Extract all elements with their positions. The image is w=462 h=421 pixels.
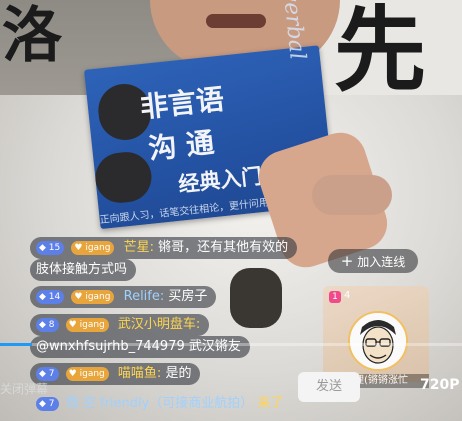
streamer-mouth [206,14,266,28]
quality-selector[interactable]: 720P [420,377,459,393]
progress-fill [0,343,33,346]
cover-figure [92,149,154,206]
send-button[interactable]: 发送 [298,372,360,402]
chat-text: 买房子 [168,289,208,304]
user-level-badge: ◆ 15 [36,241,65,255]
join-connection-button[interactable]: + 加入连线 [328,249,418,273]
chat-text: 锵哥，还有其他有效的 [158,240,289,255]
chat-username[interactable]: 芒星: [124,240,154,255]
chat-message-continuation: @wnxhfsujrhb_744979 武汉锵友 [30,336,250,358]
chat-message-continuation: 肢体接触方式吗 [30,259,137,281]
wall-calligraphy: 先 [334,0,427,104]
book-title-line1: 非言语 [138,82,226,125]
book-subtitle: 经典入门 [177,163,264,197]
danmaku-toggle-button[interactable]: 关闭弹幕 [0,380,48,397]
streamer-fingers [312,175,392,215]
chat-message: ◆ 8 ♥ igang 武汉小明盘车: [30,314,210,336]
user-level-badge: ◆ 14 [36,290,65,304]
chat-text: @wnxhfsujrhb_744979 武汉锵友 [36,339,241,354]
cohost-rank-badge: 1 [329,291,341,303]
cartoon-face-icon [350,313,406,369]
background-object [230,268,282,328]
chat-message: ◆ 15 ♥ igang 芒星: 锵哥，还有其他有效的 [30,237,298,259]
book-title-line2: 沟 通 [146,125,216,166]
wall-calligraphy-left: 洛 [2,1,62,71]
chat-username[interactable]: 武汉小明盘车: [118,317,200,332]
cohost-count: 4 [344,290,351,301]
fan-badge: ♥ igang [71,290,115,304]
bottom-control-bar: 关闭弹幕 发送 720P [0,372,462,421]
cohost-avatar[interactable] [348,311,408,371]
chat-username[interactable]: Relife: [124,289,165,304]
plus-icon: + [340,252,354,270]
join-label: 加入连线 [357,255,406,269]
chat-message: ◆ 14 ♥ igang Relife: 买房子 [30,286,217,308]
user-level-badge: ◆ 8 [36,318,59,332]
cohost-window[interactable]: 1 4 刘理(锵锵涨忙 [323,286,429,388]
chat-text: 肢体接触方式吗 [36,262,128,277]
fan-badge: ♥ igang [65,318,109,332]
playback-progress-bar[interactable] [0,343,462,346]
fan-badge: ♥ igang [71,241,115,255]
